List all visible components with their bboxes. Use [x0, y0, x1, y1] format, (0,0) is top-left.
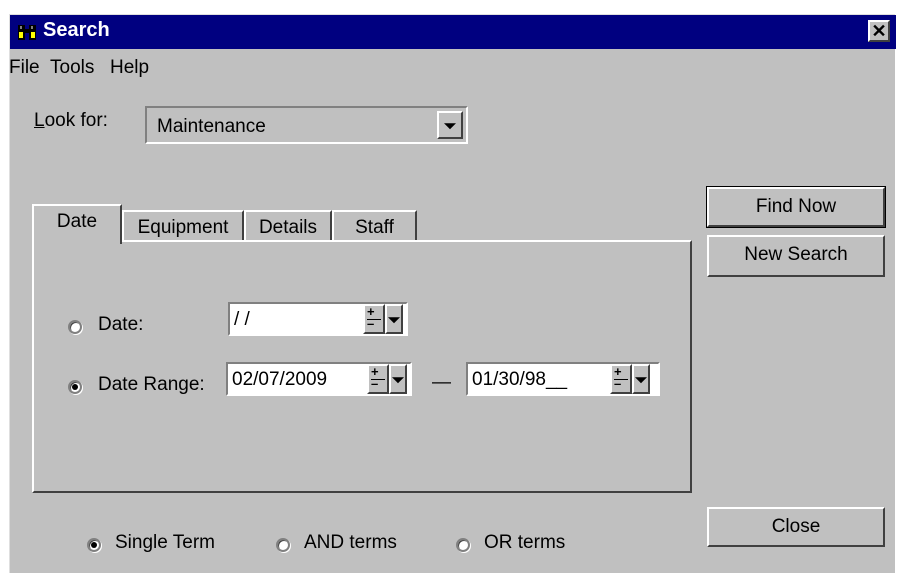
- and-terms-radio[interactable]: [276, 538, 290, 552]
- range-to-dropdown-button[interactable]: [632, 364, 650, 394]
- range-from-spin-button[interactable]: + –: [367, 364, 389, 394]
- title-bar[interactable]: Search ✕: [10, 15, 896, 49]
- chevron-down-icon: [444, 123, 456, 130]
- look-for-label: Look for:: [34, 110, 108, 131]
- chevron-down-icon: [392, 377, 404, 384]
- window-title: Search: [43, 19, 110, 41]
- date-spin-button[interactable]: + –: [363, 304, 385, 334]
- date-range-from-value: 02/07/2009: [232, 369, 328, 390]
- menu-tools[interactable]: Tools: [50, 57, 94, 79]
- range-separator: —: [432, 372, 451, 393]
- find-now-button[interactable]: Find Now: [706, 186, 886, 228]
- chevron-down-icon: [388, 317, 400, 324]
- or-terms-label: OR terms: [484, 532, 566, 553]
- tab-date[interactable]: Date: [32, 204, 122, 244]
- date-dropdown-button[interactable]: [385, 304, 403, 334]
- single-term-label: Single Term: [115, 532, 215, 553]
- range-to-spin-button[interactable]: + –: [610, 364, 632, 394]
- close-window-button[interactable]: ✕: [868, 20, 890, 42]
- date-range-to-value: 01/30/98__: [472, 369, 568, 390]
- radio-selected-dot: [72, 384, 78, 390]
- minus-icon: –: [614, 376, 622, 391]
- dropdown-button[interactable]: [437, 111, 463, 139]
- range-from-dropdown-button[interactable]: [389, 364, 407, 394]
- and-terms-label: AND terms: [304, 532, 397, 553]
- or-terms-radio[interactable]: [456, 538, 470, 552]
- date-tab-panel: Date: / / + – Date Range: 02/07/2009 + –…: [32, 240, 692, 493]
- date-range-label: Date Range:: [98, 374, 205, 395]
- binoculars-icon: [18, 25, 36, 40]
- chevron-down-icon: [635, 377, 647, 384]
- look-for-select[interactable]: Maintenance: [145, 106, 468, 144]
- date-radio[interactable]: [68, 320, 82, 334]
- date-label: Date:: [98, 314, 144, 335]
- radio-selected-dot: [91, 542, 97, 548]
- look-for-value: Maintenance: [157, 116, 266, 137]
- new-search-button[interactable]: New Search: [707, 235, 885, 277]
- date-range-radio[interactable]: [68, 380, 82, 394]
- tab-details[interactable]: Details: [244, 210, 332, 244]
- close-button[interactable]: Close: [707, 507, 885, 547]
- date-value: / /: [234, 309, 250, 330]
- minus-icon: –: [367, 316, 375, 331]
- single-term-radio[interactable]: [87, 538, 101, 552]
- tab-staff[interactable]: Staff: [332, 210, 417, 244]
- minus-icon: –: [371, 376, 379, 391]
- tab-equipment[interactable]: Equipment: [122, 210, 244, 244]
- search-window: Search ✕ File Tools Help Look for: Maint…: [9, 14, 896, 573]
- menu-file[interactable]: File: [9, 57, 40, 79]
- menu-help[interactable]: Help: [110, 57, 149, 79]
